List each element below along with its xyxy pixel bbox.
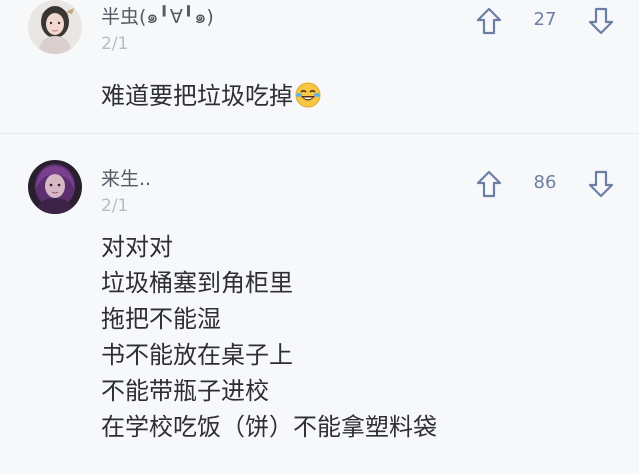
comment-divider	[0, 133, 639, 134]
username[interactable]: 来生..	[101, 164, 151, 191]
vote-control: 86	[475, 169, 615, 199]
floor-label: 2/1	[101, 34, 129, 54]
comment-line: 书不能放在桌子上	[101, 341, 293, 369]
vote-count: 86	[533, 172, 557, 193]
laughing-crying-emoji-icon	[295, 82, 321, 108]
comment-text: 难道要把垃圾吃掉	[101, 78, 321, 114]
comment-line: 对对对	[101, 233, 173, 261]
vote-control: 27	[475, 6, 615, 36]
arrow-down-icon[interactable]	[587, 169, 615, 199]
floor-label: 2/1	[101, 196, 129, 216]
comment-item: 半虫(๑╹∀╹๑) 2/1 27 难道要把垃圾吃掉	[0, 0, 639, 130]
arrow-up-icon[interactable]	[475, 169, 503, 199]
comment-line: 拖把不能湿	[101, 305, 221, 333]
avatar[interactable]	[28, 0, 82, 54]
username[interactable]: 半虫(๑╹∀╹๑)	[101, 2, 214, 32]
comment-line: 不能带瓶子进校	[101, 377, 269, 405]
comment-item: 来生.. 2/1 86 对对对 垃圾桶塞到角柜里 拖把不能湿 书不能放在桌子上 …	[0, 140, 639, 474]
comment-text: 对对对 垃圾桶塞到角柜里 拖把不能湿 书不能放在桌子上 不能带瓶子进校 在学校吃…	[101, 229, 437, 445]
comment-line: 在学校吃饭（饼）不能拿塑料袋	[101, 413, 437, 441]
vote-count: 27	[533, 9, 557, 30]
comment-text-content: 难道要把垃圾吃掉	[101, 82, 293, 110]
arrow-down-icon[interactable]	[587, 6, 615, 36]
arrow-up-icon[interactable]	[475, 6, 503, 36]
avatar[interactable]	[28, 160, 82, 214]
comment-line: 垃圾桶塞到角柜里	[101, 269, 293, 297]
